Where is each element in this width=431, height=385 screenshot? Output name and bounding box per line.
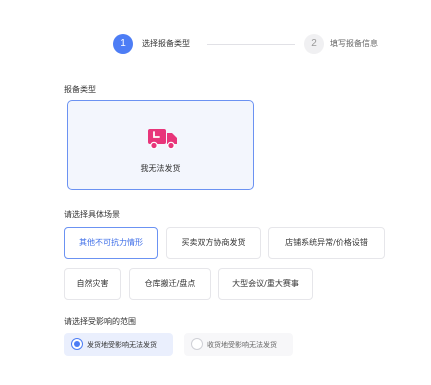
scenario-option-natural-disaster[interactable]: 自然灾害 (64, 268, 121, 300)
report-type-heading: 报备类型 (64, 85, 96, 94)
step-2-label: 填写报备信息 (330, 39, 378, 48)
scenario-option-system-error[interactable]: 店铺系统异常/价格设错 (268, 227, 385, 259)
scenario-option-warehouse-move[interactable]: 仓库搬迁/盘点 (129, 268, 211, 300)
step-2-circle: 2 (304, 34, 324, 54)
range-option-label: 收货地受影响无法发货 (207, 341, 277, 349)
step-indicator: 1 选择报备类型 2 填写报备信息 (113, 34, 403, 56)
range-option-shipping-origin[interactable]: 发货地受影响无法发货 (64, 333, 173, 356)
report-type-card-label: 我无法发货 (140, 164, 181, 173)
radio-unchecked-icon (191, 338, 203, 350)
scenario-option-major-event[interactable]: 大型会议/重大赛事 (218, 268, 313, 300)
scenario-option-force-majeure[interactable]: 其他不可抗力情形 (64, 227, 158, 259)
radio-checked-icon (71, 338, 83, 350)
delivery-truck-icon (148, 129, 177, 150)
step-1-circle: 1 (113, 34, 133, 54)
scenario-heading: 请选择具体场景 (64, 210, 120, 219)
range-option-label: 发货地受影响无法发货 (87, 341, 157, 349)
scenario-option-negotiated[interactable]: 买卖双方协商发货 (166, 227, 261, 259)
range-heading: 请选择受影响的范围 (64, 317, 136, 326)
step-1-label: 选择报备类型 (142, 39, 190, 48)
step-connector (207, 44, 295, 45)
report-type-card-cannot-ship[interactable]: 我无法发货 (67, 100, 254, 190)
range-option-destination[interactable]: 收货地受影响无法发货 (184, 333, 293, 356)
